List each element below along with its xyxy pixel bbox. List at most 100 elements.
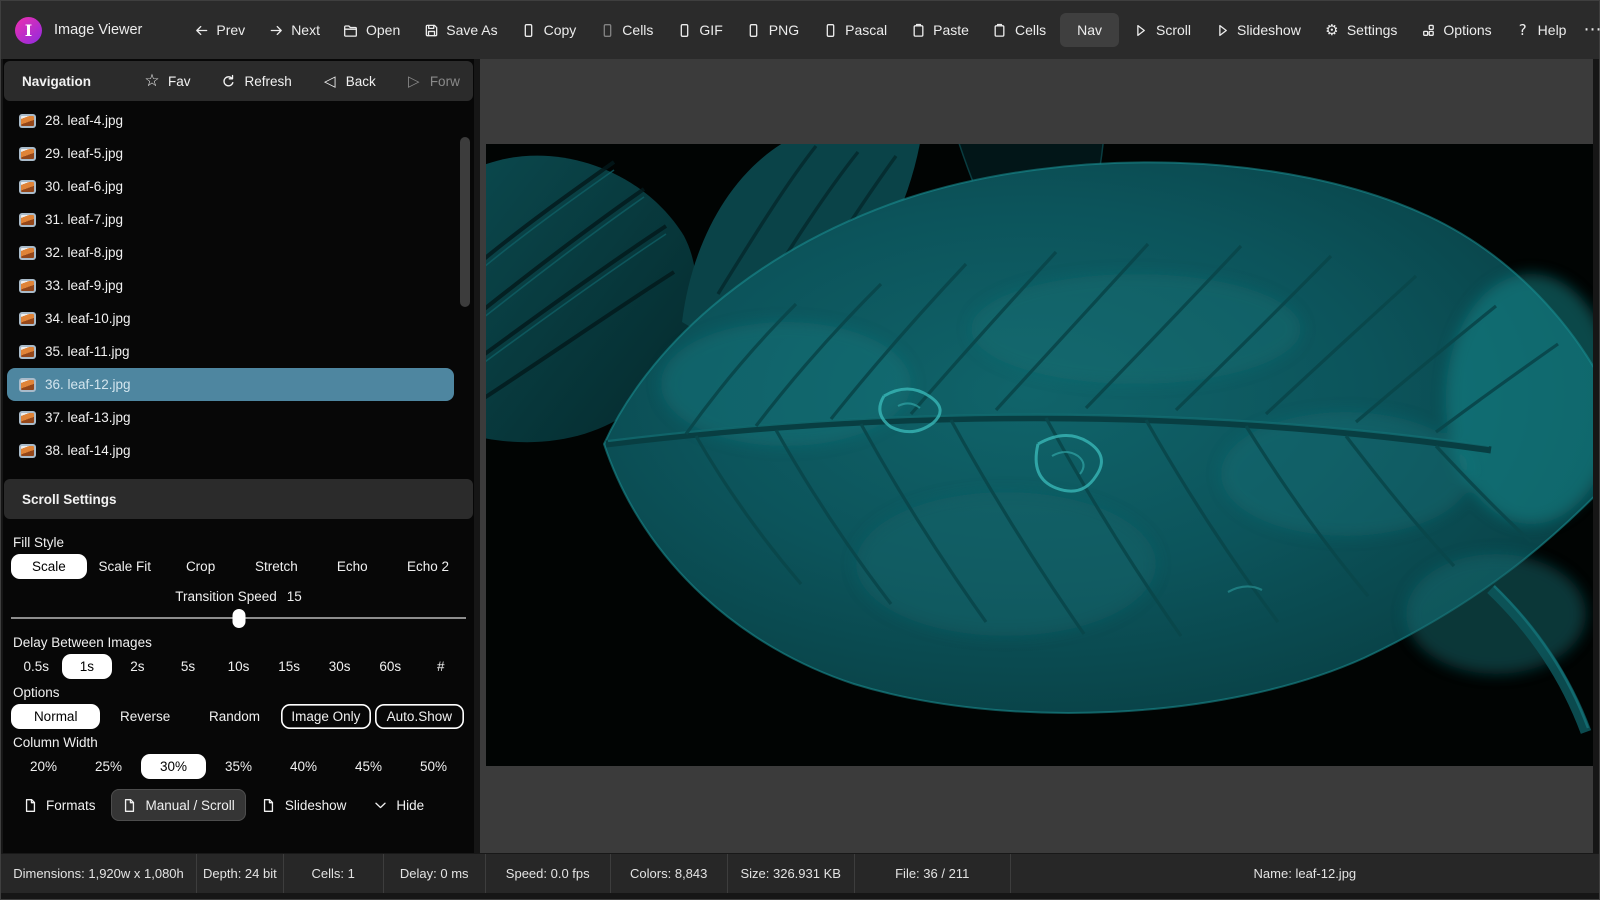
toolbar-button-open[interactable]: Open [334,15,409,45]
fill-style-stretch[interactable]: Stretch [238,554,314,579]
leaf-photo [486,144,1593,766]
toolbar-button-paste[interactable]: Paste [901,15,978,45]
footer-button-slideshow[interactable]: Slideshow [250,789,358,821]
file-item-label: 30. leaf-6.jpg [45,179,123,194]
footer-button-hide[interactable]: Hide [361,789,435,821]
slider-thumb[interactable] [232,609,245,628]
file-item-leaf-5-jpg[interactable]: 29. leaf-5.jpg [7,137,454,170]
file-item-leaf-4-jpg[interactable]: 28. leaf-4.jpg [7,104,454,137]
file-item-leaf-8-jpg[interactable]: 32. leaf-8.jpg [7,236,454,269]
file-item-leaf-14-jpg[interactable]: 38. leaf-14.jpg [7,434,454,467]
delay-[interactable]: # [416,654,467,679]
toolbar-button-slideshow[interactable]: Slideshow [1205,15,1310,45]
file-item-leaf-11-jpg[interactable]: 35. leaf-11.jpg [7,335,454,368]
file-item-leaf-9-jpg[interactable]: 33. leaf-9.jpg [7,269,454,302]
toolbar-button-settings[interactable]: ⚙Settings [1315,15,1407,45]
toolbar-button-label: Prev [216,22,245,38]
fill-style-scale[interactable]: Scale [11,554,87,579]
image-file-icon [19,345,36,359]
toolbar-button-next[interactable]: Next [259,15,329,45]
delay-0-5s[interactable]: 0.5s [11,654,62,679]
toolbar-items: PrevNextOpenSave AsCopyCellsGIFPNGPascal… [184,13,1575,47]
toolbar-button-prev[interactable]: Prev [184,15,254,45]
nav-action-refresh[interactable]: Refresh [221,73,292,89]
copy-icon [521,22,537,38]
fill-style-echo-2[interactable]: Echo 2 [390,554,466,579]
file-item-leaf-7-jpg[interactable]: 31. leaf-7.jpg [7,203,454,236]
navigation-title: Navigation [22,74,144,89]
delay-60s[interactable]: 60s [365,654,416,679]
toolbar-button-copy[interactable]: Copy [512,15,586,45]
toolbar-button-label: Slideshow [1237,22,1301,38]
column-width-25[interactable]: 25% [76,754,141,779]
toolbar-button-label: Settings [1347,22,1398,38]
toolbar-button-options[interactable]: Options [1411,15,1500,45]
column-width-40[interactable]: 40% [271,754,336,779]
option-image-only[interactable]: Image Only [281,704,370,729]
toolbar-button-help[interactable]: ?Help [1506,15,1576,45]
delay-30s[interactable]: 30s [314,654,365,679]
option-reverse[interactable]: Reverse [100,704,189,729]
fill-style-scale-fit[interactable]: Scale Fit [87,554,163,579]
nav-action-fav[interactable]: ☆Fav [144,73,191,89]
fill-style-crop[interactable]: Crop [163,554,239,579]
toolbar-button-pascal[interactable]: Pascal [813,15,896,45]
option-normal[interactable]: Normal [11,704,100,729]
options-label: Options [13,685,464,700]
toolbar-button-png[interactable]: PNG [737,15,808,45]
column-width-30[interactable]: 30% [141,754,206,779]
nav-action-back[interactable]: ◁Back [322,73,376,89]
delay-15s[interactable]: 15s [264,654,315,679]
nav-action-forw[interactable]: ▷ Forw [406,73,460,89]
column-width-45[interactable]: 45% [336,754,401,779]
toolbar-button-label: PNG [769,22,799,38]
copy-icon [822,22,838,38]
app-logo-icon: I [15,17,42,44]
toolbar-button-gif[interactable]: GIF [667,15,731,45]
delay-5s[interactable]: 5s [163,654,214,679]
delay-2s[interactable]: 2s [112,654,163,679]
file-item-leaf-12-jpg[interactable]: 36. leaf-12.jpg [7,368,454,401]
column-width-20[interactable]: 20% [11,754,76,779]
toolbar-button-label: Save As [446,22,497,38]
delay-label: Delay Between Images [13,635,464,650]
toolbar-button-label: Paste [933,22,969,38]
toolbar-button-label: GIF [699,22,722,38]
toolbar-button-save-as[interactable]: Save As [414,15,506,45]
file-item-leaf-13-jpg[interactable]: 37. leaf-13.jpg [7,401,454,434]
file-list: 28. leaf-4.jpg29. leaf-5.jpg 30. leaf-6.j… [3,104,474,467]
file-list-scrollbar[interactable] [460,137,470,307]
dots-icon: ⋯ [1583,21,1600,40]
delay-1s[interactable]: 1s [62,654,113,679]
column-width-50[interactable]: 50% [401,754,466,779]
option-auto-show[interactable]: Auto.Show [375,704,464,729]
status-cell-cells: Cells: 1 [284,854,384,893]
option-random[interactable]: Random [190,704,279,729]
file-item-leaf-10-jpg[interactable]: 34. leaf-10.jpg [7,302,454,335]
toolbar-button-label: Options [1443,22,1491,38]
status-cell-size: Size: 326.931 KB [728,854,855,893]
toolbar-button-label: Scroll [1156,22,1191,38]
forw-icon: ▷ [406,73,422,89]
file-item-label: 34. leaf-10.jpg [45,311,131,326]
image-viewer-area [480,59,1593,854]
transition-speed-slider[interactable] [11,608,466,629]
delay-10s[interactable]: 10s [213,654,264,679]
fill-style-label: Fill Style [13,535,464,550]
column-width-35[interactable]: 35% [206,754,271,779]
status-cell-depth: Depth: 24 bit [197,854,284,893]
toolbar-button-cells[interactable]: Cells [590,15,662,45]
toolbar-button-scroll[interactable]: Scroll [1124,15,1200,45]
footer-button-formats[interactable]: Formats [11,789,107,821]
navigation-actions: ☆Fav Refresh ◁Back ▷ Forw [144,73,460,89]
fill-style-echo[interactable]: Echo [314,554,390,579]
overflow-menu[interactable]: ⋯ [1575,13,1600,47]
nav-action-label: Forw [430,74,460,89]
toolbar-button-nav[interactable]: Nav [1060,13,1119,47]
file-item-label: 35. leaf-11.jpg [45,344,130,359]
file-item-leaf-6-jpg[interactable]: 30. leaf-6.jpg [7,170,454,203]
footer-button-manual-scroll[interactable]: Manual / Scroll [111,789,246,821]
squares-icon [1420,22,1436,38]
floppy-icon [423,22,439,38]
toolbar-button-cells[interactable]: Cells [983,15,1055,45]
